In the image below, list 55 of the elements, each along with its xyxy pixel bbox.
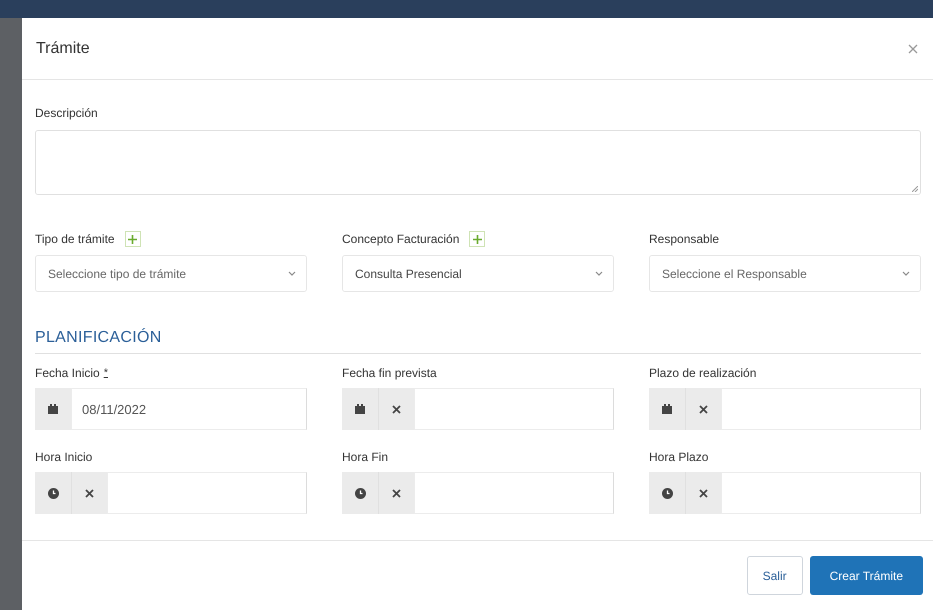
- dialog-title: Trámite: [36, 38, 90, 58]
- clock-icon: [48, 488, 58, 498]
- clock-button[interactable]: [35, 472, 71, 514]
- close-icon: [699, 488, 708, 498]
- field-label: Fecha fin prevista: [342, 365, 437, 382]
- calendar-icon: [662, 404, 672, 414]
- exit-button[interactable]: Salir: [746, 556, 803, 595]
- resize-handle-icon[interactable]: [912, 186, 918, 192]
- field-label: Fecha Inicio: [35, 365, 100, 382]
- plus-icon: [472, 234, 482, 244]
- dropdown[interactable]: Seleccione el Responsable: [649, 255, 921, 292]
- time-field[interactable]: [107, 472, 307, 514]
- clock-icon: [354, 488, 366, 498]
- time-field[interactable]: [721, 472, 921, 514]
- time-field[interactable]: [414, 472, 614, 514]
- field-label: Hora Inicio: [35, 449, 92, 466]
- chevron-down-icon: [288, 271, 296, 276]
- calendar-button[interactable]: [342, 388, 378, 430]
- field-label: Descripción: [35, 105, 99, 122]
- clear-button[interactable]: [685, 388, 721, 430]
- calendar-button[interactable]: [35, 388, 71, 430]
- field-label: Hora Plazo: [649, 449, 708, 466]
- required-mark: *: [104, 366, 108, 381]
- clock-icon: [662, 488, 672, 498]
- close-icon: [699, 404, 708, 414]
- clock-button[interactable]: [342, 472, 378, 514]
- date-field[interactable]: 08/11/2022: [71, 388, 307, 430]
- chevron-down-icon: [595, 271, 603, 276]
- field-label: Tipo de trámite: [35, 231, 115, 248]
- date-field[interactable]: [721, 388, 921, 430]
- add-button[interactable]: [124, 231, 141, 247]
- chevron-down-icon: [902, 271, 910, 276]
- clear-button[interactable]: [685, 472, 721, 514]
- close-icon: [392, 488, 401, 498]
- field-label: Concepto Facturación: [342, 231, 460, 248]
- dropdown[interactable]: Consulta Presencial: [342, 255, 614, 292]
- close-icon[interactable]: [908, 44, 918, 54]
- calendar-button[interactable]: [649, 388, 685, 430]
- create-button[interactable]: Crear Trámite: [810, 556, 923, 595]
- date-field[interactable]: [414, 388, 614, 430]
- plus-icon: [128, 234, 138, 244]
- clear-button[interactable]: [378, 388, 414, 430]
- dropdown[interactable]: Seleccione tipo de trámite: [35, 255, 307, 292]
- clear-button[interactable]: [378, 472, 414, 514]
- section-heading: PLANIFICACIÓN: [35, 329, 162, 346]
- add-button[interactable]: [469, 231, 486, 247]
- close-icon: [392, 404, 401, 414]
- calendar-icon: [355, 404, 365, 414]
- field-label: Hora Fin: [342, 449, 388, 466]
- calendar-icon: [48, 404, 58, 414]
- clock-button[interactable]: [649, 472, 685, 514]
- close-icon: [85, 488, 94, 498]
- field-label: Plazo de realización: [649, 365, 756, 382]
- clear-button[interactable]: [71, 472, 107, 514]
- field-label: Responsable: [649, 231, 720, 248]
